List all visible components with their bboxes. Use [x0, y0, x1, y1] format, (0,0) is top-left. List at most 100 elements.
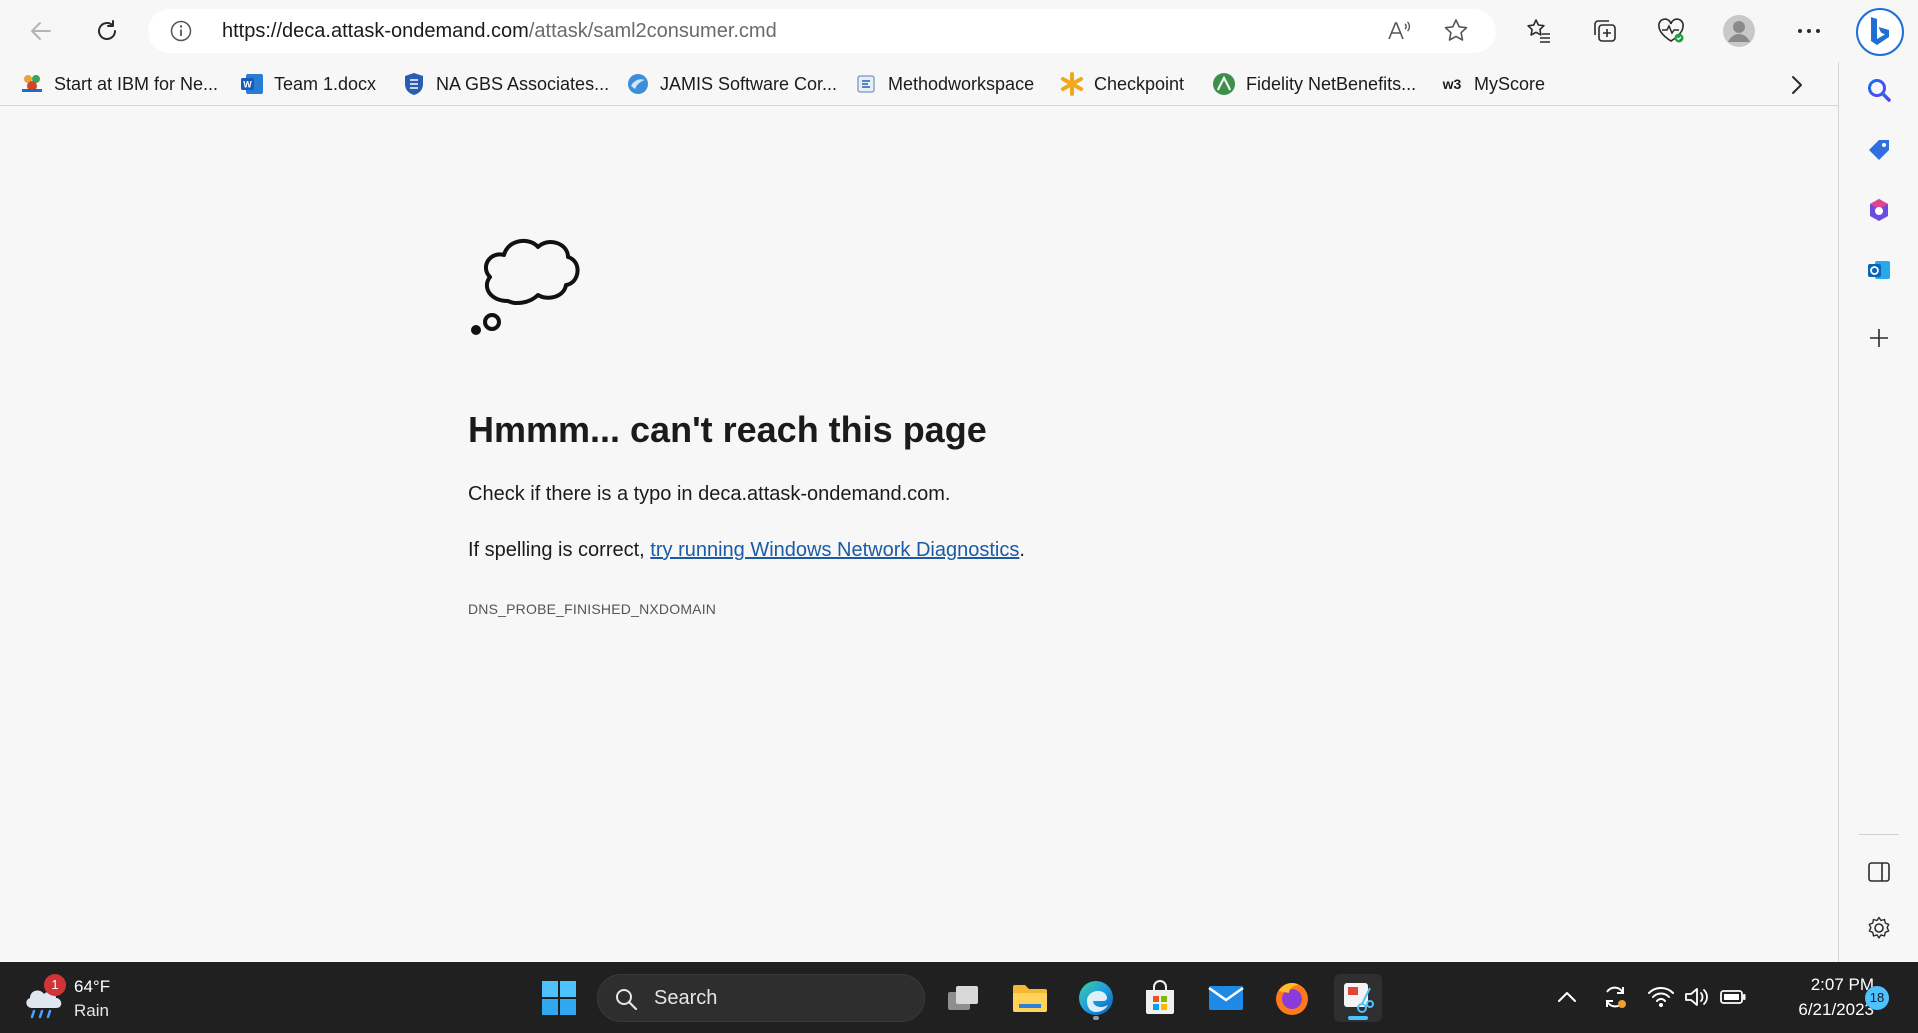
url-path: /attask/saml2consumer.cmd [528, 20, 777, 42]
favorite-star-icon[interactable] [1442, 17, 1470, 45]
notification-badge[interactable]: 18 [1865, 986, 1889, 1010]
favorite-label: NA GBS Associates... [436, 73, 610, 94]
refresh-button[interactable] [88, 12, 126, 50]
file-explorer-button[interactable] [1006, 974, 1054, 1022]
show-hidden-icons-button[interactable] [1550, 980, 1584, 1014]
sidebar-shopping-button[interactable] [1859, 130, 1899, 170]
taskbar-clock[interactable]: 2:07 PM 6/21/2023 [1764, 972, 1874, 1022]
outlook-icon [1868, 261, 1890, 279]
start-button[interactable] [535, 974, 583, 1022]
fidelity-icon [1212, 72, 1236, 96]
clock-date: 6/21/2023 [1798, 1000, 1874, 1019]
screen: https://deca.attask-ondemand.com/attask/… [0, 0, 1918, 1033]
favorite-item-myscore[interactable]: w3 MyScore [1440, 62, 1545, 106]
refresh-icon [98, 20, 116, 40]
sidebar-office-button[interactable] [1859, 190, 1899, 230]
chevron-up-icon [1558, 992, 1576, 1002]
weather-temperature: 64°F [74, 977, 111, 996]
weather-widget[interactable]: 1 64°F Rain [22, 972, 172, 1024]
favorites-list-icon [1527, 19, 1550, 43]
network-diagnostics-link[interactable]: try running Windows Network Diagnostics [650, 539, 1019, 561]
panel-icon [1868, 862, 1890, 882]
task-view-icon [948, 986, 978, 1010]
folder-icon [1013, 985, 1047, 1012]
snipping-tool-icon [1344, 983, 1374, 1013]
favorite-label: Team 1.docx [274, 73, 377, 94]
page-title: Hmmm... can't reach this page [468, 409, 987, 450]
sidebar-settings-button[interactable] [1859, 908, 1899, 948]
ibm-bee-icon [20, 72, 44, 96]
url-host: https://deca.attask-ondemand.com [222, 20, 529, 42]
favorite-item-na-gbs[interactable]: NA GBS Associates... [402, 62, 609, 106]
error-code: DNS_PROBE_FINISHED_NXDOMAIN [468, 601, 717, 617]
back-arrow-icon [31, 22, 51, 40]
read-aloud-icon[interactable] [1386, 18, 1412, 44]
favorite-item-jamis[interactable]: JAMIS Software Cor... [626, 62, 837, 106]
search-label: Search [654, 987, 718, 1009]
sync-tray-icon[interactable] [1598, 980, 1632, 1014]
method-icon [854, 72, 878, 96]
w3-icon: w3 [1442, 76, 1462, 92]
search-icon [1868, 79, 1891, 102]
site-info-icon[interactable] [170, 20, 192, 42]
sidebar [1838, 62, 1918, 962]
store-icon [1146, 980, 1174, 1014]
firefox-button[interactable] [1268, 974, 1316, 1022]
favorite-label: JAMIS Software Cor... [660, 73, 838, 94]
favorite-label: Start at IBM for Ne... [54, 73, 219, 94]
sidebar-outlook-button[interactable] [1859, 250, 1899, 290]
favorite-item-methodworkspace[interactable]: Methodworkspace [854, 62, 1034, 106]
avatar-icon [1723, 15, 1755, 47]
bing-chat-button[interactable] [1856, 8, 1904, 56]
back-button[interactable] [22, 12, 60, 50]
more-dots-icon [1798, 29, 1820, 33]
bing-logo-icon [1871, 17, 1889, 45]
search-icon [616, 989, 638, 1011]
favorites-overflow-button[interactable] [1782, 70, 1812, 100]
edge-taskbar-button[interactable] [1072, 974, 1120, 1022]
plus-icon [1870, 329, 1888, 347]
shield-icon [402, 72, 426, 96]
favorite-label: Fidelity NetBenefits... [1246, 73, 1417, 94]
task-view-button[interactable] [940, 974, 988, 1022]
favorites-button[interactable] [1520, 12, 1558, 50]
browser-essentials-button[interactable] [1652, 12, 1690, 50]
thought-cloud-icon [471, 238, 580, 335]
profile-button[interactable] [1720, 12, 1758, 50]
wifi-icon [1648, 987, 1674, 1007]
address-bar[interactable]: https://deca.attask-ondemand.com/attask/… [148, 9, 1496, 53]
typo-hint-text: Check if there is a typo in deca.attask-… [468, 483, 951, 505]
word-icon: W [240, 72, 264, 96]
page-content: Hmmm... can't reach this page Check if t… [0, 107, 1837, 962]
tag-icon [1869, 140, 1889, 160]
weather-condition: Rain [74, 1001, 109, 1020]
clock-time: 2:07 PM [1810, 975, 1874, 994]
edge-icon [1079, 981, 1113, 1015]
url-text[interactable]: https://deca.attask-ondemand.com/attask/… [222, 9, 777, 53]
favorite-label: Checkpoint [1094, 73, 1185, 94]
jamis-icon [626, 72, 650, 96]
collections-button[interactable] [1586, 12, 1624, 50]
favorite-item-team-docx[interactable]: W Team 1.docx [240, 62, 376, 106]
battery-tray-icon[interactable] [1716, 980, 1750, 1014]
taskbar-search[interactable]: Search [597, 974, 925, 1022]
browser-toolbar: https://deca.attask-ondemand.com/attask/… [0, 0, 1918, 62]
diagnostics-hint: If spelling is correct, try running Wind… [468, 539, 1025, 562]
diagnostics-prefix: If spelling is correct, [468, 539, 651, 561]
favorite-item-checkpoint[interactable]: Checkpoint [1060, 62, 1184, 106]
sidebar-search-button[interactable] [1859, 70, 1899, 110]
sidebar-hide-button[interactable] [1859, 852, 1899, 892]
firefox-icon [1276, 983, 1308, 1015]
favorite-item-fidelity[interactable]: Fidelity NetBenefits... [1212, 62, 1416, 106]
wifi-tray-icon[interactable] [1644, 980, 1678, 1014]
sidebar-add-button[interactable] [1859, 318, 1899, 358]
settings-more-button[interactable] [1790, 12, 1828, 50]
gear-icon [1868, 916, 1890, 939]
store-button[interactable] [1136, 974, 1184, 1022]
mail-icon [1208, 986, 1244, 1010]
mail-button[interactable] [1202, 974, 1250, 1022]
favorite-item-ibm[interactable]: Start at IBM for Ne... [20, 62, 218, 106]
volume-tray-icon[interactable] [1680, 980, 1714, 1014]
snipping-tool-button[interactable] [1334, 974, 1382, 1022]
sync-icon [1606, 986, 1626, 1008]
